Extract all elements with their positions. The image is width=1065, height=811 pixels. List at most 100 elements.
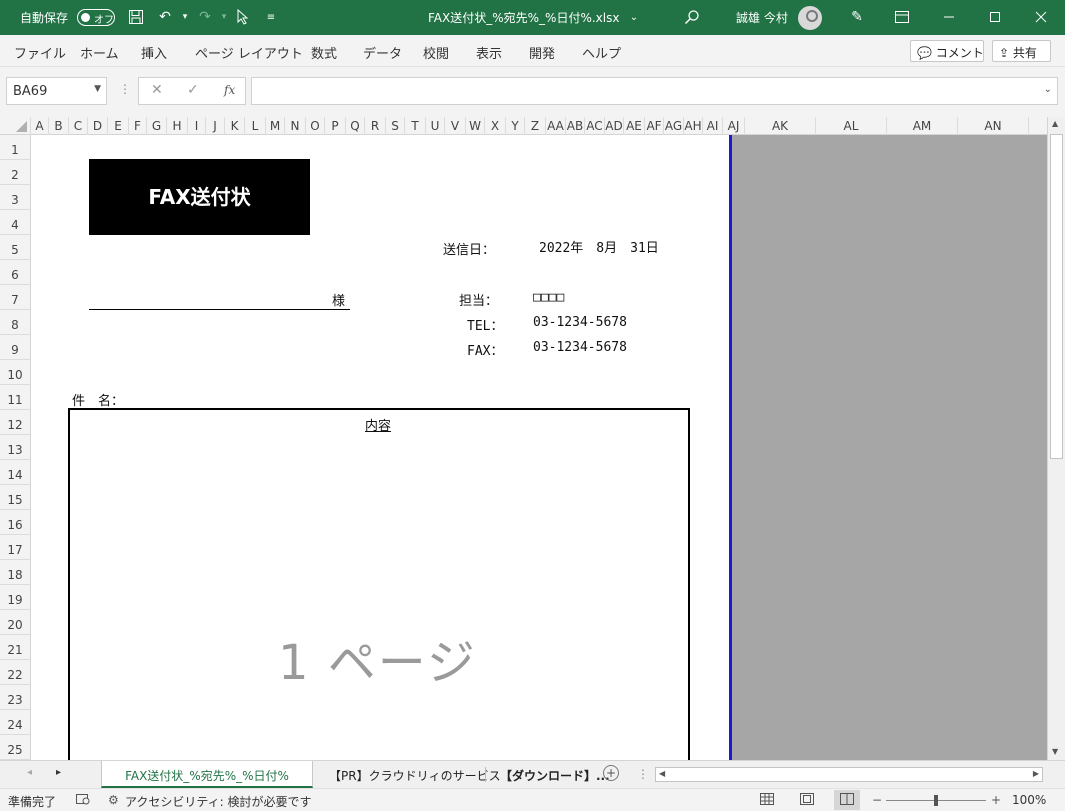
undo-dropdown-icon[interactable]: ▾: [176, 8, 194, 26]
row-header[interactable]: 14: [0, 460, 30, 485]
column-header[interactable]: AI: [703, 117, 723, 135]
tab-help[interactable]: ヘルプ: [582, 43, 621, 62]
column-header[interactable]: B: [49, 117, 69, 135]
column-header[interactable]: U: [426, 117, 445, 135]
expand-formula-icon[interactable]: ⌄: [1044, 84, 1052, 95]
tab-view[interactable]: 表示: [476, 43, 502, 62]
column-header[interactable]: AL: [816, 117, 887, 135]
column-header[interactable]: AN: [958, 117, 1029, 135]
row-header[interactable]: 21: [0, 635, 30, 660]
column-header[interactable]: S: [386, 117, 405, 135]
row-header[interactable]: 15: [0, 485, 30, 510]
tab-insert[interactable]: 挿入: [141, 43, 167, 62]
search-icon[interactable]: [683, 8, 701, 26]
column-header[interactable]: R: [365, 117, 386, 135]
enter-icon[interactable]: ✓: [187, 82, 199, 98]
column-header[interactable]: AM: [887, 117, 958, 135]
row-header[interactable]: 11: [0, 385, 30, 410]
sheet-tab-download[interactable]: 【ダウンロード】...: [500, 761, 610, 788]
page-layout-view-icon[interactable]: [800, 793, 814, 808]
column-header[interactable]: I: [188, 117, 206, 135]
customize-quick-access-icon[interactable]: ≡: [262, 8, 280, 26]
scroll-down-icon[interactable]: ▼: [1052, 747, 1058, 756]
minimize-icon[interactable]: [940, 8, 958, 26]
tab-page-layout[interactable]: ページ レイアウト: [195, 43, 303, 62]
zoom-in-icon[interactable]: +: [991, 793, 1001, 807]
vertical-scrollbar[interactable]: ▲ ▼: [1047, 117, 1065, 760]
tab-file[interactable]: ファイル: [14, 43, 66, 62]
column-header[interactable]: AE: [624, 117, 645, 135]
column-header[interactable]: AJ: [723, 117, 745, 135]
row-header[interactable]: 3: [0, 185, 30, 210]
scroll-right-icon[interactable]: ▶: [1033, 769, 1039, 778]
tab-home[interactable]: ホーム: [80, 43, 119, 62]
formula-input[interactable]: ⌄: [251, 77, 1058, 105]
tab-review[interactable]: 校閲: [423, 43, 449, 62]
share-button[interactable]: ⇪ 共有: [992, 40, 1051, 62]
column-header[interactable]: AF: [645, 117, 664, 135]
column-header[interactable]: AA: [546, 117, 566, 135]
column-header[interactable]: P: [325, 117, 346, 135]
row-header[interactable]: 7: [0, 285, 30, 310]
zoom-slider-thumb[interactable]: [934, 795, 938, 806]
row-header[interactable]: 2: [0, 160, 30, 185]
row-header[interactable]: 12: [0, 410, 30, 435]
column-header[interactable]: V: [445, 117, 466, 135]
tab-scroll-left-icon[interactable]: ◂: [27, 767, 32, 778]
ribbon-display-options-icon[interactable]: [893, 8, 911, 26]
name-box-dropdown-icon[interactable]: ▼: [94, 84, 101, 94]
row-header[interactable]: 5: [0, 235, 30, 260]
column-header[interactable]: Q: [346, 117, 365, 135]
tab-split-grip-icon[interactable]: ⋮: [637, 767, 649, 781]
comment-button[interactable]: 💬 コメント: [910, 40, 984, 62]
column-header[interactable]: Z: [525, 117, 546, 135]
pen-icon[interactable]: ✎: [848, 8, 866, 26]
sheet-tab-pr[interactable]: 【PR】クラウドリィのサービス: [329, 761, 501, 788]
column-header[interactable]: T: [405, 117, 426, 135]
title-dropdown-icon[interactable]: ⌄: [625, 8, 643, 26]
column-header[interactable]: AG: [664, 117, 684, 135]
column-header[interactable]: F: [129, 117, 147, 135]
column-header[interactable]: Y: [506, 117, 525, 135]
row-header[interactable]: 13: [0, 435, 30, 460]
select-pointer-icon[interactable]: [234, 8, 252, 26]
maximize-icon[interactable]: [986, 8, 1004, 26]
accessibility-status[interactable]: アクセシビリティ: 検討が必要です: [125, 793, 312, 810]
close-icon[interactable]: [1032, 8, 1050, 26]
row-header[interactable]: 17: [0, 535, 30, 560]
horizontal-scrollbar[interactable]: ◀ ▶: [655, 767, 1043, 782]
row-header[interactable]: 16: [0, 510, 30, 535]
column-header[interactable]: E: [108, 117, 129, 135]
column-header[interactable]: M: [266, 117, 285, 135]
column-header[interactable]: AC: [585, 117, 605, 135]
column-header[interactable]: W: [466, 117, 485, 135]
insert-function-icon[interactable]: fx: [224, 83, 235, 97]
row-header[interactable]: 25: [0, 735, 30, 760]
tab-developer[interactable]: 開発: [529, 43, 555, 62]
select-all-button[interactable]: [0, 117, 31, 135]
page-break-preview-icon[interactable]: [834, 790, 860, 810]
row-header[interactable]: 1: [0, 135, 30, 160]
column-header[interactable]: G: [147, 117, 167, 135]
row-header[interactable]: 24: [0, 710, 30, 735]
column-header[interactable]: J: [206, 117, 225, 135]
row-header[interactable]: 9: [0, 335, 30, 360]
row-header[interactable]: 19: [0, 585, 30, 610]
column-header[interactable]: AH: [684, 117, 703, 135]
column-header[interactable]: A: [31, 117, 49, 135]
save-icon[interactable]: [127, 8, 145, 26]
column-header[interactable]: C: [69, 117, 88, 135]
zoom-level[interactable]: 100%: [1012, 793, 1046, 807]
avatar[interactable]: [798, 6, 822, 30]
column-header[interactable]: D: [88, 117, 108, 135]
column-header[interactable]: AB: [566, 117, 585, 135]
sheet-tab-fax[interactable]: FAX送付状_%宛先%_%日付%: [101, 761, 313, 788]
add-sheet-icon[interactable]: +: [603, 765, 619, 781]
normal-view-icon[interactable]: [760, 793, 774, 808]
column-header[interactable]: AK: [745, 117, 816, 135]
column-header[interactable]: O: [306, 117, 325, 135]
row-header[interactable]: 4: [0, 210, 30, 235]
column-header[interactable]: N: [285, 117, 306, 135]
tab-scroll-right-icon[interactable]: ▸: [56, 767, 61, 778]
row-header[interactable]: 23: [0, 685, 30, 710]
